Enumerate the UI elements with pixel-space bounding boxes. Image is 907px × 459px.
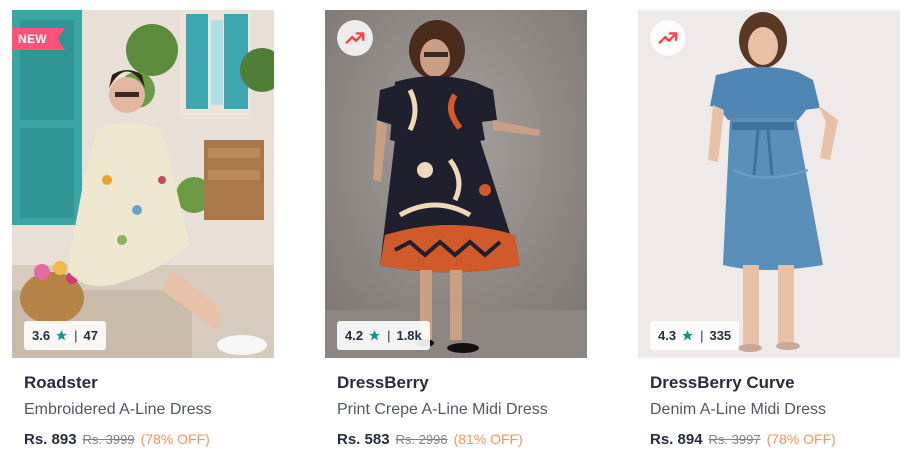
rating-badge: 3.6 | 47 — [24, 321, 106, 350]
product-image[interactable]: NEW 3.6 | 47 — [12, 10, 274, 358]
rating-value: 4.2 — [345, 328, 364, 343]
rating-badge: 4.2 | 1.8k — [337, 321, 430, 350]
brand-name: DressBerry Curve — [650, 373, 795, 392]
discount: (78% OFF) — [766, 431, 836, 447]
product-image[interactable]: 4.2 | 1.8k — [325, 10, 587, 358]
price: Rs. 893 — [24, 431, 77, 448]
trending-badge — [337, 20, 373, 56]
product-grid: NEW 3.6 | 47 Roadster Embroidered A-Line… — [0, 0, 907, 459]
original-price: Rs. 3999 — [82, 432, 135, 447]
rating-badge: 4.3 | 335 — [650, 321, 740, 350]
product-name: Embroidered A-Line Dress — [24, 401, 212, 418]
discount: (81% OFF) — [453, 431, 523, 447]
price-row: Rs. 583 Rs. 2996 (81% OFF) — [337, 431, 523, 448]
original-price: Rs. 3997 — [708, 432, 761, 447]
rating-count: 335 — [709, 328, 732, 343]
price-row: Rs. 893 Rs. 3999 (78% OFF) — [24, 431, 210, 448]
rating-value: 3.6 — [32, 328, 51, 343]
price: Rs. 894 — [650, 431, 703, 448]
product-photo-dressberry-dress — [325, 10, 587, 358]
trending-icon — [658, 32, 678, 44]
star-icon — [682, 330, 693, 341]
brand-name: DressBerry — [337, 373, 429, 392]
rating-separator: | — [700, 328, 704, 343]
trending-badge — [650, 20, 686, 56]
product-image[interactable]: 4.3 | 335 — [638, 10, 900, 358]
new-badge: NEW — [12, 28, 65, 50]
trending-icon — [345, 32, 365, 44]
original-price: Rs. 2996 — [395, 432, 448, 447]
rating-separator: | — [387, 328, 391, 343]
star-icon — [56, 330, 67, 341]
product-card[interactable]: 4.3 | 335 DressBerry Curve Denim A-Line … — [638, 10, 900, 459]
product-photo-roadster-dress — [12, 10, 274, 358]
product-name: Print Crepe A-Line Midi Dress — [337, 401, 548, 418]
rating-count: 1.8k — [396, 328, 422, 343]
price: Rs. 583 — [337, 431, 390, 448]
rating-separator: | — [74, 328, 78, 343]
discount: (78% OFF) — [140, 431, 210, 447]
price-row: Rs. 894 Rs. 3997 (78% OFF) — [650, 431, 836, 448]
product-card[interactable]: 4.2 | 1.8k DressBerry Print Crepe A-Line… — [325, 10, 587, 459]
product-photo-dressberry-curve-dress — [638, 10, 900, 358]
rating-count: 47 — [83, 328, 98, 343]
rating-value: 4.3 — [658, 328, 677, 343]
star-icon — [369, 330, 380, 341]
product-card[interactable]: NEW 3.6 | 47 Roadster Embroidered A-Line… — [12, 10, 274, 459]
brand-name: Roadster — [24, 373, 98, 392]
product-name: Denim A-Line Midi Dress — [650, 401, 827, 418]
